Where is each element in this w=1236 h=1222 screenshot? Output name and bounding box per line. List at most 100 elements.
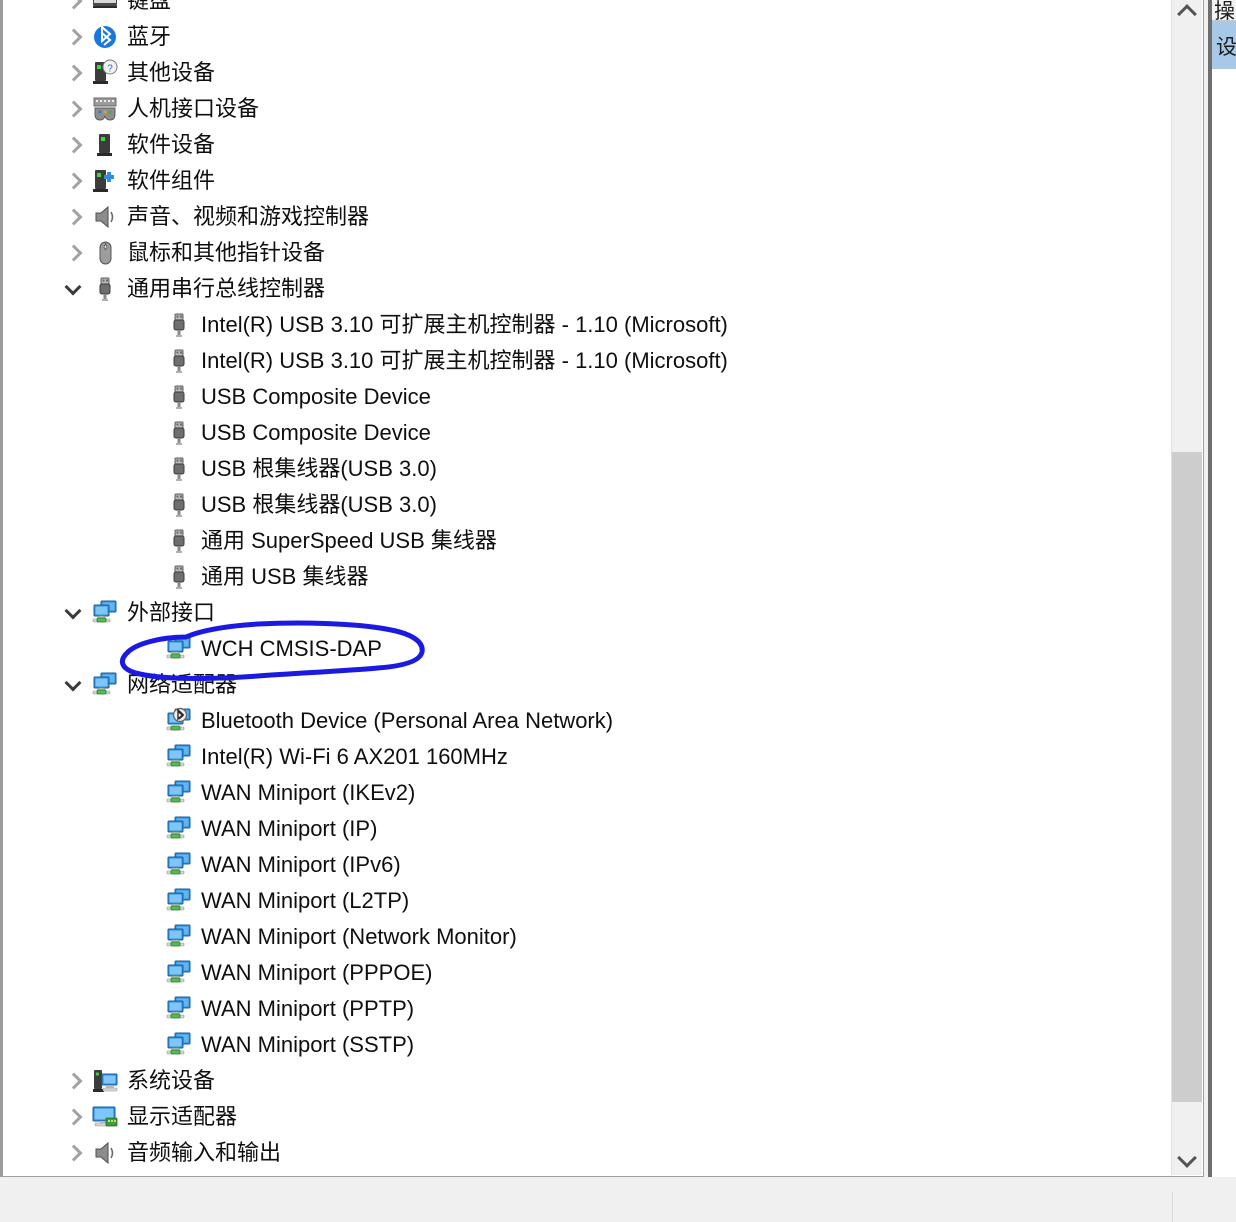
- network-icon: [165, 635, 193, 663]
- vertical-scrollbar[interactable]: [1171, 0, 1202, 1175]
- unknown-device-icon: ?: [91, 59, 119, 87]
- tree-row-label: 人机接口设备: [127, 96, 260, 121]
- tree-row[interactable]: USB 根集线器(USB 3.0): [3, 451, 1171, 487]
- tree-row[interactable]: 系统设备: [3, 1063, 1171, 1099]
- usb-icon: [165, 491, 193, 519]
- device-tree[interactable]: 键盘蓝牙 ? 其他设备人机接口设备软件设备 软件组件 声音、视频和游戏控制器 鼠标和其他指…: [3, 0, 1171, 1171]
- tree-row-label: WAN Miniport (Network Monitor): [201, 924, 517, 949]
- tree-row[interactable]: 键盘: [3, 0, 1171, 19]
- tree-row[interactable]: WAN Miniport (IKEv2): [3, 775, 1171, 811]
- tree-row-label: WAN Miniport (IP): [201, 816, 378, 841]
- scrollbar-thumb[interactable]: [1172, 452, 1202, 1102]
- tree-row[interactable]: 蓝牙: [3, 19, 1171, 55]
- sound-icon: [91, 1139, 119, 1167]
- chevron-right-icon[interactable]: [63, 98, 85, 120]
- chevron-down-icon[interactable]: [63, 278, 85, 300]
- tree-row[interactable]: 鼠标和其他指针设备: [3, 235, 1171, 271]
- tree-row[interactable]: ? 其他设备: [3, 55, 1171, 91]
- usb-icon: [165, 563, 193, 591]
- scroll-down-button[interactable]: [1172, 1145, 1202, 1175]
- tree-row[interactable]: Intel(R) USB 3.10 可扩展主机控制器 - 1.10 (Micro…: [3, 343, 1171, 379]
- tree-row[interactable]: WAN Miniport (PPTP): [3, 991, 1171, 1027]
- system-device-icon: [91, 1067, 119, 1095]
- tree-row[interactable]: USB 根集线器(USB 3.0): [3, 487, 1171, 523]
- usb-icon: [165, 527, 193, 555]
- usb-icon: [165, 455, 193, 483]
- tree-row-label: Bluetooth Device (Personal Area Network): [201, 708, 614, 733]
- tree-row[interactable]: 声音、视频和游戏控制器: [3, 199, 1171, 235]
- tree-row[interactable]: WAN Miniport (PPPOE): [3, 955, 1171, 991]
- adjacent-toolbar-glyph: 操: [1214, 0, 1235, 21]
- tree-row-label: 键盘: [127, 0, 172, 13]
- tree-row[interactable]: 音频输入和输出: [3, 1135, 1171, 1171]
- chevron-down-icon[interactable]: [63, 674, 85, 696]
- tree-row[interactable]: 通用 SuperSpeed USB 集线器: [3, 523, 1171, 559]
- tree-row-label: Intel(R) Wi-Fi 6 AX201 160MHz: [201, 744, 508, 769]
- adjacent-window-sliver[interactable]: 操 设: [1208, 0, 1236, 1177]
- chevron-right-icon[interactable]: [63, 134, 85, 156]
- tree-row[interactable]: WAN Miniport (L2TP): [3, 883, 1171, 919]
- device-tree-scroll-area: 键盘蓝牙 ? 其他设备人机接口设备软件设备 软件组件 声音、视频和游戏控制器 鼠标和其他指…: [3, 0, 1171, 1176]
- tree-row[interactable]: 显示适配器: [3, 1099, 1171, 1135]
- tree-row-label: 蓝牙: [127, 24, 172, 49]
- hid-icon: [91, 95, 119, 123]
- chevron-right-icon[interactable]: [63, 1106, 85, 1128]
- svg-text:?: ?: [107, 64, 113, 75]
- usb-icon: [91, 275, 119, 303]
- chevron-right-icon[interactable]: [63, 242, 85, 264]
- chevron-right-icon[interactable]: [63, 1070, 85, 1092]
- tree-row[interactable]: 通用串行总线控制器: [3, 271, 1171, 307]
- scroll-up-button[interactable]: [1172, 0, 1202, 27]
- chevron-down-icon[interactable]: [63, 602, 85, 624]
- chevron-up-icon: [1177, 4, 1197, 24]
- tree-row[interactable]: 人机接口设备: [3, 91, 1171, 127]
- tree-row-label: Intel(R) USB 3.10 可扩展主机控制器 - 1.10 (Micro…: [201, 312, 728, 337]
- bottom-divider: [1172, 1192, 1173, 1222]
- tree-row[interactable]: USB Composite Device: [3, 415, 1171, 451]
- tree-row[interactable]: Intel(R) USB 3.10 可扩展主机控制器 - 1.10 (Micro…: [3, 307, 1171, 343]
- adjacent-window-selected-row[interactable]: 设: [1212, 21, 1236, 69]
- adjacent-window-toolbar[interactable]: 操: [1212, 0, 1236, 21]
- tree-row[interactable]: Intel(R) Wi-Fi 6 AX201 160MHz: [3, 739, 1171, 775]
- tree-row[interactable]: WAN Miniport (IPv6): [3, 847, 1171, 883]
- tree-row-label: WAN Miniport (IPv6): [201, 852, 401, 877]
- chevron-right-icon[interactable]: [63, 26, 85, 48]
- tree-row[interactable]: USB Composite Device: [3, 379, 1171, 415]
- chevron-right-icon[interactable]: [63, 1142, 85, 1164]
- tree-row-label: WAN Miniport (IKEv2): [201, 780, 416, 805]
- tree-row[interactable]: 通用 USB 集线器: [3, 559, 1171, 595]
- network-icon: [91, 599, 119, 627]
- tree-row-label: 系统设备: [127, 1068, 216, 1093]
- chevron-down-icon: [1177, 1148, 1197, 1168]
- network-icon: [165, 995, 193, 1023]
- network-icon: [165, 743, 193, 771]
- tree-row[interactable]: 外部接口: [3, 595, 1171, 631]
- tree-row[interactable]: WAN Miniport (IP): [3, 811, 1171, 847]
- chevron-right-icon[interactable]: [63, 206, 85, 228]
- tree-row[interactable]: WAN Miniport (SSTP): [3, 1027, 1171, 1063]
- device-tree-panel: 键盘蓝牙 ? 其他设备人机接口设备软件设备 软件组件 声音、视频和游戏控制器 鼠标和其他指…: [0, 0, 1204, 1177]
- chevron-right-icon[interactable]: [63, 0, 85, 12]
- tree-row-label: USB 根集线器(USB 3.0): [201, 456, 437, 481]
- chevron-right-icon[interactable]: [63, 62, 85, 84]
- tree-row[interactable]: WAN Miniport (Network Monitor): [3, 919, 1171, 955]
- tree-row[interactable]: 软件组件: [3, 163, 1171, 199]
- tree-row[interactable]: 软件设备: [3, 127, 1171, 163]
- network-icon: [165, 959, 193, 987]
- usb-icon: [165, 347, 193, 375]
- tree-row[interactable]: 网络适配器: [3, 667, 1171, 703]
- bluetooth-icon: [91, 23, 119, 51]
- network-icon: [165, 887, 193, 915]
- chevron-right-icon[interactable]: [63, 170, 85, 192]
- tree-row[interactable]: Bluetooth Device (Personal Area Network): [3, 703, 1171, 739]
- tree-row[interactable]: WCH CMSIS-DAP: [3, 631, 1171, 667]
- tree-row-label: WCH CMSIS-DAP: [201, 636, 382, 661]
